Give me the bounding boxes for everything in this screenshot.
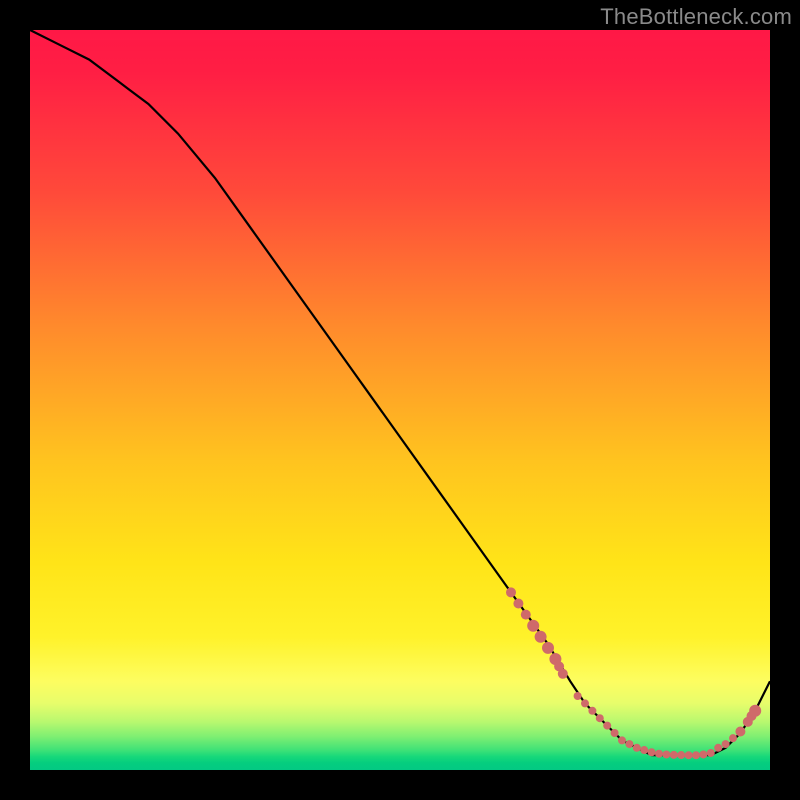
curve-marker bbox=[618, 736, 626, 744]
curve-marker bbox=[625, 740, 633, 748]
curve-marker bbox=[735, 727, 745, 737]
bottleneck-curve bbox=[30, 30, 770, 755]
curve-marker bbox=[707, 749, 715, 757]
curve-marker bbox=[729, 734, 737, 742]
curve-marker bbox=[506, 587, 516, 597]
curve-marker bbox=[521, 610, 531, 620]
marker-group bbox=[506, 587, 761, 759]
curve-marker bbox=[749, 705, 761, 717]
curve-marker bbox=[670, 751, 678, 759]
curve-marker bbox=[611, 729, 619, 737]
watermark-text: TheBottleneck.com bbox=[600, 4, 792, 30]
curve-marker bbox=[542, 642, 554, 654]
curve-marker bbox=[574, 692, 582, 700]
curve-marker bbox=[527, 620, 539, 632]
curve-marker bbox=[513, 599, 523, 609]
curve-marker bbox=[692, 751, 700, 759]
plot-area bbox=[30, 30, 770, 770]
curve-marker bbox=[699, 750, 707, 758]
curve-marker bbox=[648, 748, 656, 756]
curve-marker bbox=[722, 740, 730, 748]
curve-marker bbox=[685, 751, 693, 759]
chart-stage: TheBottleneck.com bbox=[0, 0, 800, 800]
chart-svg bbox=[30, 30, 770, 770]
curve-marker bbox=[662, 750, 670, 758]
curve-marker bbox=[633, 744, 641, 752]
curve-marker bbox=[558, 669, 568, 679]
curve-marker bbox=[588, 707, 596, 715]
curve-marker bbox=[581, 699, 589, 707]
curve-marker bbox=[596, 714, 604, 722]
curve-marker bbox=[640, 746, 648, 754]
curve-marker bbox=[535, 631, 547, 643]
curve-marker bbox=[677, 751, 685, 759]
curve-marker bbox=[655, 750, 663, 758]
curve-marker bbox=[714, 744, 722, 752]
curve-marker bbox=[603, 722, 611, 730]
